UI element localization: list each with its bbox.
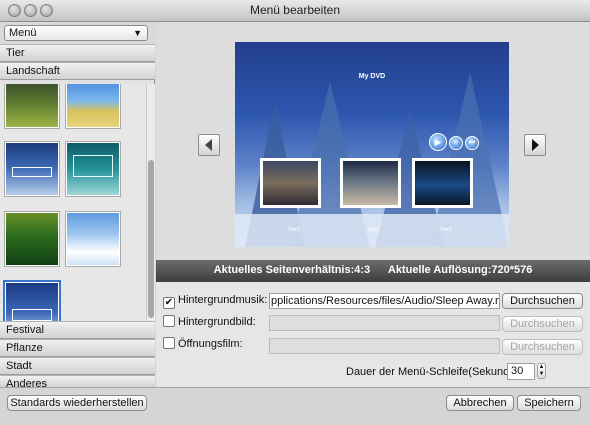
film-path-field[interactable] <box>269 338 500 354</box>
loop-duration-label: Dauer der Menü-Schleife(Sekunde): <box>346 366 523 378</box>
category-stadt[interactable]: Stadt <box>0 357 155 375</box>
template-thumbnail[interactable] <box>66 142 120 196</box>
template-thumbnail[interactable] <box>5 212 59 266</box>
image-label: Hintergrundbild: <box>178 316 256 328</box>
template-thumbnail[interactable] <box>66 84 120 128</box>
restore-defaults-button[interactable]: Standards wiederherstellen <box>7 395 147 411</box>
category-anderes[interactable]: Anderes <box>0 375 155 390</box>
chevron-down-icon: ▼ <box>133 28 142 38</box>
dropdown-area: Menü ▼ <box>0 22 155 44</box>
previous-page-button[interactable] <box>198 134 220 156</box>
preview-title-label: Title3 <box>439 227 452 233</box>
category-landschaft[interactable]: Landschaft <box>0 62 155 80</box>
browse-image-button[interactable]: Durchsuchen <box>502 316 583 332</box>
skip-next-icon: ⏭ <box>465 136 479 150</box>
next-page-button[interactable] <box>524 134 546 156</box>
browse-film-button[interactable]: Durchsuchen <box>502 339 583 355</box>
template-menu-preview <box>12 309 52 321</box>
aspect-ratio-text: Aktuelles Seitenverhältnis:4:3 <box>213 264 371 276</box>
music-label: Hintergrundmusik: <box>178 294 268 306</box>
film-checkbox[interactable] <box>163 337 175 349</box>
image-checkbox[interactable] <box>163 315 175 327</box>
film-row: Öffnungsfilm: <box>163 336 243 354</box>
sidebar: Menü ▼ Tier Landschaft Festival Pflanze … <box>0 22 155 390</box>
template-scrollbar[interactable] <box>146 84 155 321</box>
settings-panel: ✔ Hintergrundmusik: pplications/Resources… <box>156 282 590 387</box>
template-menu-preview <box>12 167 52 177</box>
preview-title-label: Title2 <box>367 227 380 233</box>
scrollbar-thumb[interactable] <box>148 160 154 318</box>
template-menu-preview <box>73 155 113 177</box>
music-path-field[interactable]: pplications/Resources/files/Audio/Sleep … <box>269 293 500 309</box>
category-festival[interactable]: Festival <box>0 321 155 339</box>
loop-duration-input[interactable]: 30 <box>507 363 535 380</box>
arrow-right-icon <box>532 139 539 151</box>
menu-type-dropdown[interactable]: Menü ▼ <box>4 25 148 41</box>
preview-title-thumbnail[interactable] <box>412 158 473 208</box>
preview-title-thumbnail[interactable] <box>260 158 321 208</box>
preview-area: My DVD ▶ » ⏭ Title1 Title2 Title3 <box>156 22 590 260</box>
arrow-left-icon <box>205 139 212 151</box>
preview-dvd-title: My DVD <box>358 73 386 80</box>
menu-preview[interactable]: My DVD ▶ » ⏭ Title1 Title2 Title3 <box>235 42 509 247</box>
category-tier[interactable]: Tier <box>0 44 155 62</box>
title-bar: Menü bearbeiten <box>0 0 590 22</box>
info-bar: Aktuelles Seitenverhältnis:4:3 Aktuelle … <box>156 260 590 282</box>
loop-duration-stepper[interactable]: ▲ ▼ <box>537 363 546 379</box>
category-pflanze[interactable]: Pflanze <box>0 339 155 357</box>
zoom-window-button[interactable] <box>40 4 53 17</box>
music-checkbox[interactable]: ✔ <box>163 297 175 309</box>
minimize-window-button[interactable] <box>24 4 37 17</box>
close-window-button[interactable] <box>8 4 21 17</box>
image-row: Hintergrundbild: <box>163 314 256 332</box>
preview-title-label: Title1 <box>287 227 300 233</box>
window-title: Menü bearbeiten <box>249 3 341 17</box>
browse-music-button[interactable]: Durchsuchen <box>502 293 583 309</box>
dropdown-value: Menü <box>9 27 37 39</box>
film-label: Öffnungsfilm: <box>178 338 243 350</box>
footer: Standards wiederherstellen Abbrechen Spe… <box>0 387 590 425</box>
preview-title-thumbnail[interactable] <box>340 158 401 208</box>
template-list <box>0 84 146 321</box>
play-icon: ▶ <box>429 133 447 151</box>
music-row: ✔ Hintergrundmusik: <box>163 292 267 310</box>
template-thumbnail[interactable] <box>66 212 120 266</box>
fast-forward-icon: » <box>449 136 463 150</box>
template-thumbnail[interactable] <box>5 84 59 128</box>
image-path-field[interactable] <box>269 315 500 331</box>
cancel-button[interactable]: Abbrechen <box>446 395 514 411</box>
template-thumbnail[interactable] <box>5 142 59 196</box>
save-button[interactable]: Speichern <box>517 395 581 411</box>
template-thumbnail-selected[interactable] <box>5 282 59 321</box>
resolution-text: Aktuelle Auflösung:720*576 <box>387 264 533 276</box>
